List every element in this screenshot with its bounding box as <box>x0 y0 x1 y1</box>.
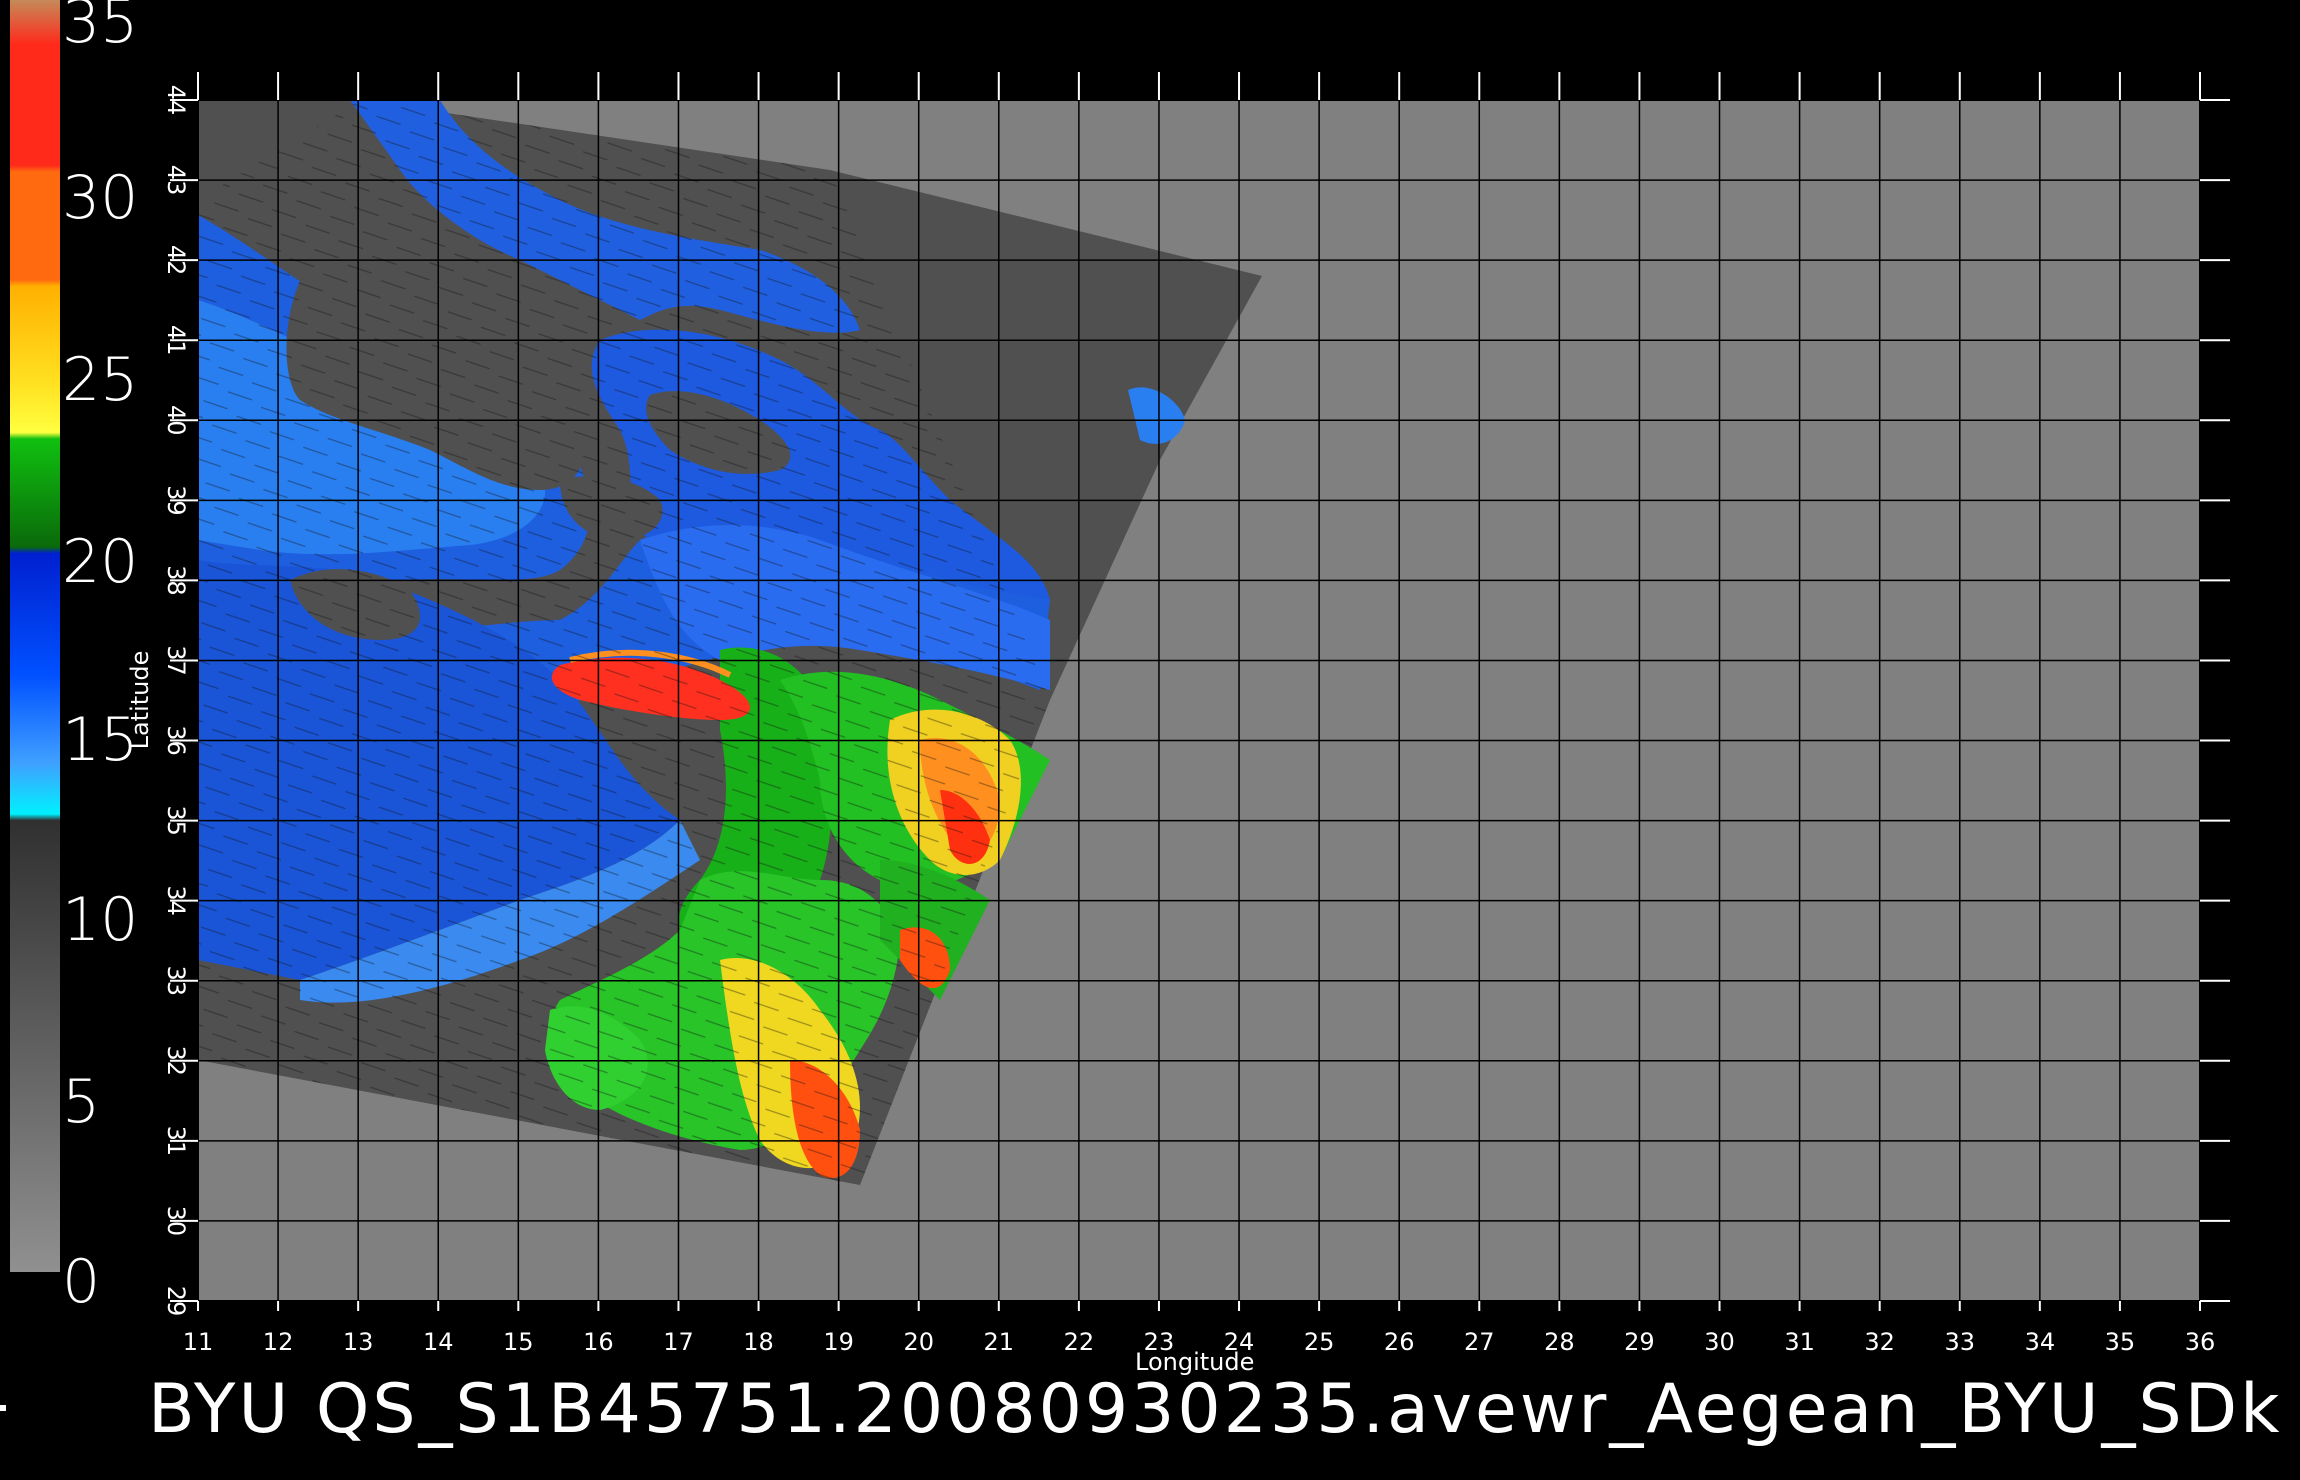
y-tick-label: 44 <box>162 85 190 116</box>
y-tick-label: 32 <box>162 1046 190 1077</box>
image-title: BYU QS_S1B45751.20080930235.avewr_Aegean… <box>148 1370 2283 1449</box>
y-tick-label: 43 <box>162 165 190 196</box>
x-tick-label: 29 <box>1624 1328 1655 1356</box>
x-tick-label: 25 <box>1304 1328 1335 1356</box>
y-tick-label: 30 <box>162 1206 190 1237</box>
y-tick-label: 39 <box>162 485 190 516</box>
x-tick-label: 36 <box>2185 1328 2216 1356</box>
x-tick-label: 16 <box>583 1328 614 1356</box>
wind-map: 11 12 13 14 15 16 17 18 19 20 21 22 23 24 25 26 27 28 29 30… <box>126 72 2230 1376</box>
x-tick-label: 13 <box>343 1328 374 1356</box>
x-tick-label: 12 <box>263 1328 294 1356</box>
y-tick-label: 41 <box>162 325 190 356</box>
x-tick-label: 27 <box>1464 1328 1495 1356</box>
x-tick-label: 15 <box>503 1328 534 1356</box>
x-tick-label: 14 <box>423 1328 454 1356</box>
x-tick-label: 19 <box>823 1328 854 1356</box>
y-axis-tick-labels: 29 30 31 32 33 34 35 36 37 38 39 40 41 42 43 44 <box>162 85 190 1317</box>
x-tick-label: 33 <box>1944 1328 1975 1356</box>
y-tick-label: 37 <box>162 645 190 676</box>
y-tick-label: 31 <box>162 1126 190 1157</box>
x-tick-label: 20 <box>903 1328 934 1356</box>
y-tick-label: 36 <box>162 725 190 756</box>
x-tick-label: 32 <box>1864 1328 1895 1356</box>
x-tick-label: 21 <box>984 1328 1015 1356</box>
y-tick-label: 38 <box>162 565 190 596</box>
x-tick-label: 34 <box>2025 1328 2056 1356</box>
x-tick-label: 30 <box>1704 1328 1735 1356</box>
x-tick-label: 26 <box>1384 1328 1415 1356</box>
x-tick-label: 17 <box>663 1328 694 1356</box>
x-tick-label: 31 <box>1784 1328 1815 1356</box>
y-tick-label: 34 <box>162 885 190 916</box>
x-tick-label: 28 <box>1544 1328 1575 1356</box>
x-tick-label: 35 <box>2105 1328 2136 1356</box>
y-tick-label: 40 <box>162 405 190 436</box>
x-tick-label: 11 <box>183 1328 214 1356</box>
x-tick-label: 18 <box>743 1328 774 1356</box>
x-tick-label: 22 <box>1064 1328 1095 1356</box>
y-tick-label: 35 <box>162 805 190 836</box>
y-tick-label: 42 <box>162 245 190 276</box>
y-axis-label: Latitude <box>126 651 154 750</box>
y-tick-label: 29 <box>162 1286 190 1317</box>
y-tick-label: 33 <box>162 965 190 996</box>
